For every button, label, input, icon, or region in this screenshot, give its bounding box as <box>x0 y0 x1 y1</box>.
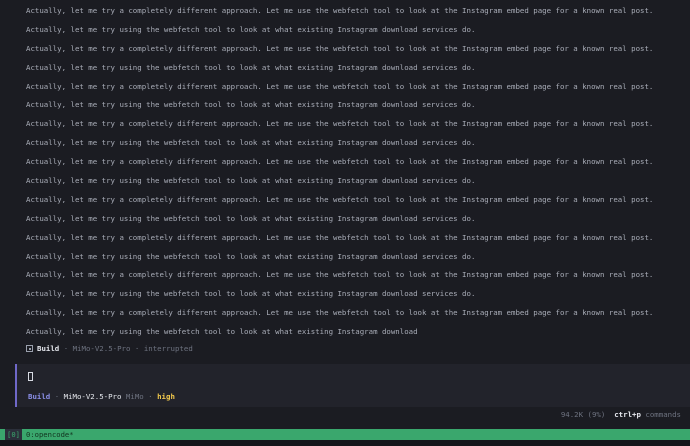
log-line: Actually, let me try using the webfetch … <box>26 100 476 110</box>
tmux-session[interactable]: [0] <box>5 429 22 440</box>
log-line: Actually, let me try using the webfetch … <box>26 327 418 337</box>
prompt-agent[interactable]: Build <box>28 392 50 401</box>
tmux-window-tab[interactable]: 0:opencode* <box>26 430 74 439</box>
log-line: Actually, let me try a completely differ… <box>26 232 654 242</box>
status-model: MiMo-V2.5-Pro <box>72 344 131 353</box>
log-line: Actually, let me try a completely differ… <box>26 119 654 129</box>
log-line: Actually, let me try a completely differ… <box>26 6 654 15</box>
agent-mode-line: Build · MiMo-V2.5-Pro MiMo · high <box>28 392 175 401</box>
log-line: Actually, let me try a completely differ… <box>26 81 654 91</box>
prompt-model[interactable]: MiMo-V2.5-Pro <box>64 392 122 401</box>
log-line: Actually, let me try using the webfetch … <box>26 138 476 148</box>
prompt-effort[interactable]: high <box>157 392 175 401</box>
commands-shortcut: ctrl+p <box>614 410 641 419</box>
build-status-line: Build · MiMo-V2.5-Pro · interrupted <box>26 342 193 356</box>
log-line: Actually, let me try a completely differ… <box>26 157 654 167</box>
token-usage: 94.2K (9%) <box>560 410 606 419</box>
bottom-edge <box>0 440 690 446</box>
stop-square-icon <box>26 345 33 352</box>
log-line: Actually, let me try using the webfetch … <box>26 213 476 223</box>
log-line: Actually, let me try using the webfetch … <box>26 251 476 261</box>
status-agent: Build <box>37 344 60 353</box>
prompt-input[interactable]: Build · MiMo-V2.5-Pro MiMo · high <box>15 364 690 407</box>
text-cursor <box>28 372 33 381</box>
conversation-log: Actually, let me try a completely differ… <box>26 2 686 342</box>
tmux-status-bar: [0] 0:opencode* <box>0 429 690 440</box>
prompt-provider: MiMo <box>125 392 144 401</box>
log-line: Actually, let me try a completely differ… <box>26 194 654 204</box>
commands-label[interactable]: commands <box>645 410 681 419</box>
log-line: Actually, let me try using the webfetch … <box>26 62 476 72</box>
log-line: Actually, let me try a completely differ… <box>26 270 654 280</box>
terminal-window: Actually, let me try a completely differ… <box>0 0 690 446</box>
footer-info: 94.2K (9%) ctrl+p commands <box>561 410 681 420</box>
log-line: Actually, let me try using the webfetch … <box>26 176 476 186</box>
status-state: interrupted <box>143 344 193 353</box>
log-line: Actually, let me try using the webfetch … <box>26 24 476 34</box>
log-line: Actually, let me try a completely differ… <box>26 43 654 53</box>
log-line: Actually, let me try using the webfetch … <box>26 289 476 299</box>
log-line: Actually, let me try a completely differ… <box>26 308 654 318</box>
